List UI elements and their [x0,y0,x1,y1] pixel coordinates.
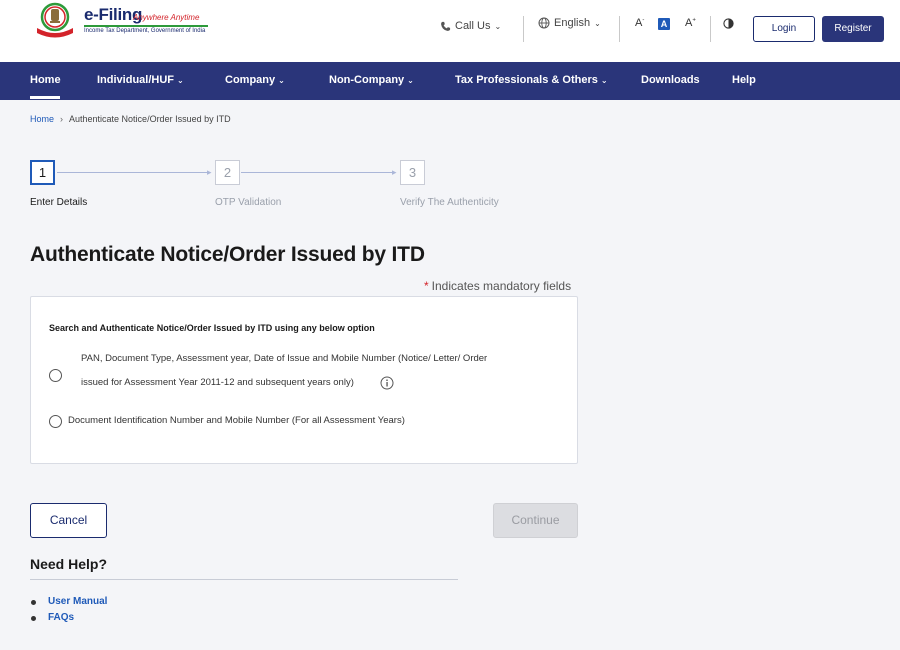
arrow-right-icon: ▸ [207,167,212,177]
info-icon[interactable] [380,376,394,390]
site-header: e-Filing Anywhere Anytime Income Tax Dep… [0,0,900,62]
header-divider [619,16,620,42]
globe-icon [538,17,550,29]
register-button[interactable]: Register [822,16,884,42]
call-us-dropdown[interactable]: Call Us ⌄ [440,20,501,32]
step-2-label: OTP Validation [215,197,282,208]
card-heading: Search and Authenticate Notice/Order Iss… [49,323,375,333]
main-nav: Home Individual/HUF ⌄ Company ⌄ Non-Compan… [0,62,900,100]
chevron-down-icon: ⌄ [594,18,601,28]
faqs-link[interactable]: FAQs [48,612,74,623]
step-1-label: Enter Details [30,197,88,208]
user-manual-link[interactable]: User Manual [48,596,107,607]
nav-item-tax-professionals[interactable]: Tax Professionals & Others ⌄ [455,74,608,86]
required-asterisk: * [424,279,429,293]
language-dropdown[interactable]: English ⌄ [538,17,601,29]
logo-subtitle: Income Tax Department, Government of Ind… [84,28,206,34]
cancel-button[interactable]: Cancel [30,503,107,538]
option-din-label[interactable]: Document Identification Number and Mobil… [68,409,405,433]
option-pan-radio[interactable] [49,369,62,382]
language-label: English [554,17,591,29]
logo-tagline: Anywhere Anytime [133,13,200,22]
emblem-icon [37,2,73,38]
nav-item-home[interactable]: Home [30,74,61,86]
nav-item-help[interactable]: Help [732,74,756,86]
header-divider [710,16,711,42]
bullet-icon [31,616,36,621]
chevron-right-icon: › [60,114,64,124]
chevron-down-icon: ⌄ [600,76,608,85]
nav-active-indicator [30,96,60,99]
nav-item-downloads[interactable]: Downloads [641,74,700,86]
step-connector [57,172,209,173]
font-decrease-button[interactable]: A- [635,17,644,29]
breadcrumb-current: Authenticate Notice/Order Issued by ITD [69,114,231,124]
chevron-down-icon: ⌄ [177,76,184,85]
call-us-label: Call Us [455,20,491,32]
breadcrumb-home-link[interactable]: Home [30,114,54,124]
efiling-logo[interactable]: e-Filing Anywhere Anytime Income Tax Dep… [31,2,211,40]
need-help-heading: Need Help? [30,556,108,572]
nav-item-non-company[interactable]: Non-Company ⌄ [329,74,414,86]
contrast-icon[interactable] [723,18,734,29]
header-divider [523,16,524,42]
nav-item-individual-huf[interactable]: Individual/HUF ⌄ [97,74,184,86]
chevron-down-icon: ⌄ [407,76,414,85]
font-default-button[interactable]: A [658,18,670,30]
arrow-right-icon: ▸ [392,167,397,177]
bullet-icon [31,600,36,605]
step-1-indicator: 1 [30,160,55,185]
option-din-radio[interactable] [49,415,62,428]
font-increase-button[interactable]: A+ [685,17,696,29]
chevron-down-icon: ⌄ [494,21,502,31]
step-2-indicator: 2 [215,160,240,185]
option-pan-label[interactable]: PAN, Document Type, Assessment year, Dat… [81,347,487,395]
continue-button[interactable]: Continue [493,503,578,538]
chevron-down-icon: ⌄ [278,76,285,85]
step-connector [241,172,394,173]
breadcrumb: Home › Authenticate Notice/Order Issued by… [30,114,231,124]
step-3-indicator: 3 [400,160,425,185]
nav-item-company[interactable]: Company ⌄ [225,74,285,86]
logo-underline [84,25,208,27]
step-3-label: Verify The Authenticity [400,197,499,208]
phone-icon [441,21,451,31]
mandatory-note: * Indicates mandatory fields [424,279,572,293]
page-title: Authenticate Notice/Order Issued by ITD [30,243,425,266]
login-button[interactable]: Login [753,16,815,42]
search-options-card: Search and Authenticate Notice/Order Iss… [30,296,578,464]
help-divider [30,579,458,580]
